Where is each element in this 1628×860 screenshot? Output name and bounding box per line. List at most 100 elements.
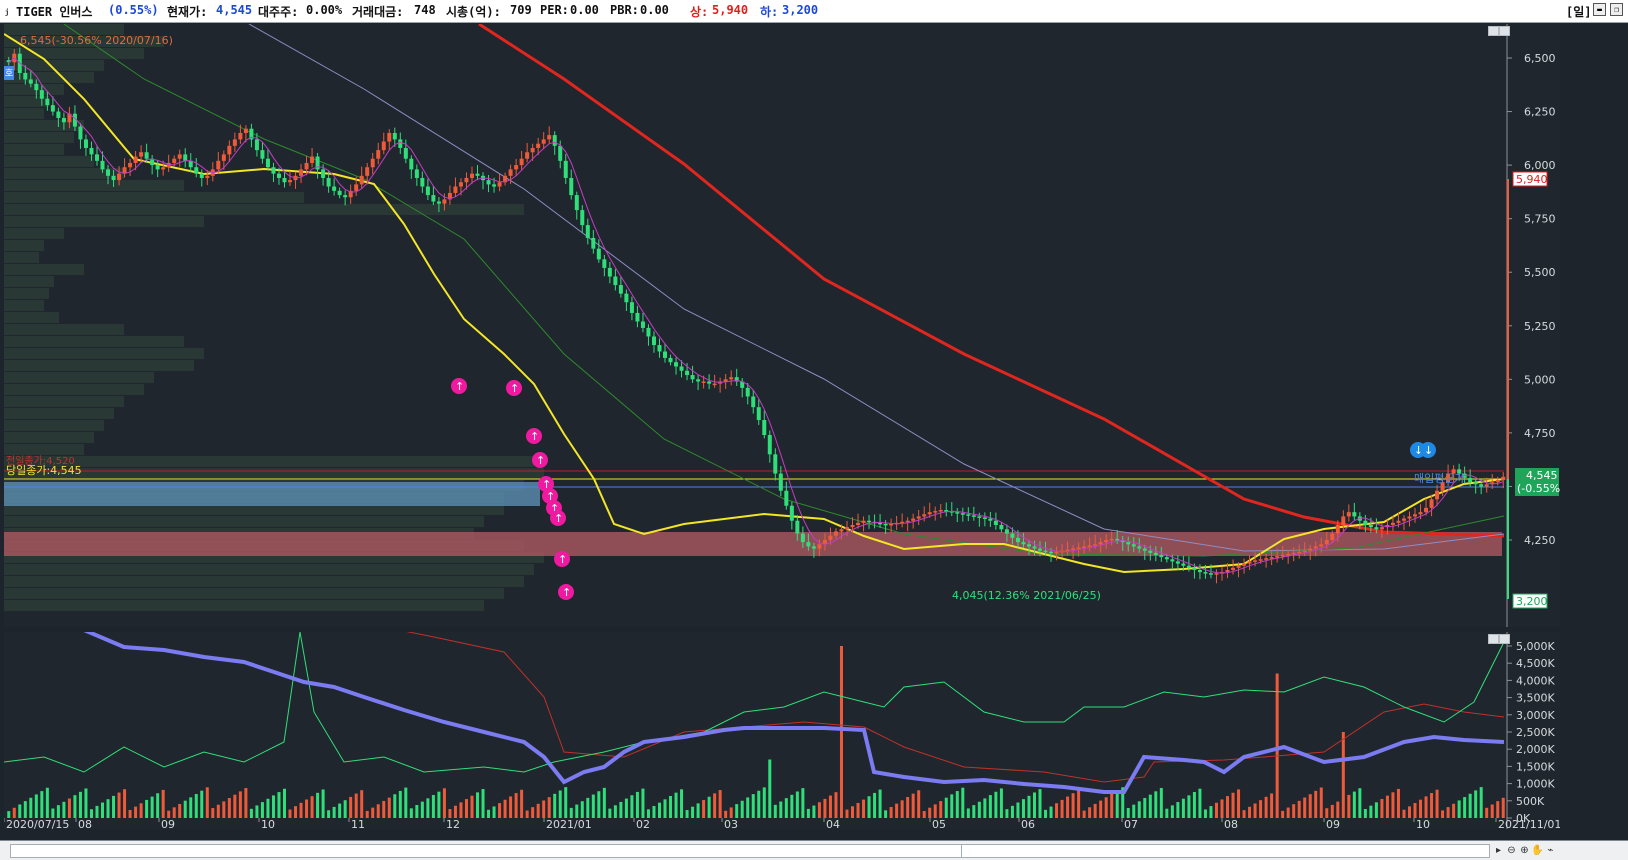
scroll-track[interactable] [10, 844, 1490, 858]
volume-bar [955, 791, 959, 818]
volume-bar [1391, 792, 1395, 818]
volume-bar [768, 759, 772, 818]
volume-bar [409, 808, 413, 818]
volume-bar [1203, 809, 1207, 818]
current-price-value: 4,545 [216, 3, 253, 17]
volume-profile-bar [4, 396, 124, 407]
pan-hand-icon[interactable]: ✋ [1531, 844, 1544, 857]
volume-bar [470, 795, 474, 818]
volume-bar [713, 793, 717, 818]
candle-body [1159, 554, 1164, 558]
volume-bar [1396, 788, 1400, 818]
volume-profile-bar [4, 252, 39, 263]
volume-bar [1044, 809, 1048, 818]
volume-bar [453, 805, 457, 818]
chart-scrollbar[interactable]: ▸ ⊖ ⊕ ✋ ⌁ [0, 840, 1628, 860]
trade-amount-label: 거래대금: [352, 5, 404, 19]
candle-body [1197, 569, 1202, 573]
volume-bar [696, 803, 700, 818]
candle-body [883, 523, 888, 526]
volume-chart: 5,000K 4,500K 4,000K 3,500K 3,000K 2,500K 2,00… [4, 632, 1560, 829]
volume-bar [762, 787, 766, 818]
volume-bar [73, 795, 77, 818]
volume-bar [1093, 803, 1097, 818]
candle-body [1015, 537, 1020, 543]
volume-bar [1253, 803, 1257, 818]
minimize-icon[interactable]: ▬ [1593, 3, 1606, 16]
pane-close-icon[interactable] [1499, 26, 1510, 36]
restore-icon[interactable]: ❐ [1610, 3, 1623, 16]
candle-body [398, 139, 403, 148]
volume-profile-bar [4, 120, 84, 131]
candle-body [607, 267, 612, 277]
pane-minimize-icon[interactable] [1488, 26, 1499, 36]
volume-bar [1380, 798, 1384, 818]
volume-bar [691, 806, 695, 818]
volume-bar [12, 807, 16, 818]
scroll-right-icon[interactable]: ▸ [1492, 844, 1505, 857]
volume-bar [817, 802, 821, 818]
volume-bar [1430, 793, 1434, 818]
volume-bar [795, 791, 799, 818]
volume-bar [624, 798, 628, 818]
candle-body [1054, 551, 1059, 554]
current-price-label: 현재가: [167, 5, 208, 19]
volume-bar [564, 787, 568, 818]
pbr-value: 0.00 [640, 3, 669, 17]
volume-bar [62, 801, 66, 818]
volume-profile-bar [4, 108, 44, 119]
zoom-in-icon[interactable]: ⊕ [1518, 844, 1531, 857]
volume-bar [1259, 800, 1263, 818]
zoom-out-icon[interactable]: ⊖ [1505, 844, 1518, 857]
volume-bar [1104, 797, 1108, 818]
pane-tag[interactable]: 호 [4, 66, 14, 80]
volume-bar [448, 809, 452, 818]
candle-body [938, 510, 943, 512]
volume-bar [398, 790, 402, 818]
volume-chart-pane[interactable]: 5,000K 4,500K 4,000K 3,500K 3,000K 2,500K 2,00… [4, 632, 1560, 829]
candle-body [580, 210, 585, 226]
symbol-name[interactable]: TIGER 인버스 [16, 3, 92, 20]
volume-bar [1352, 791, 1356, 818]
candle-body [1390, 522, 1395, 526]
volume-bar [806, 808, 810, 818]
candle-body [657, 345, 662, 352]
candle-body [679, 366, 684, 371]
candle-body [469, 173, 474, 178]
volume-bar [1485, 807, 1489, 818]
scroll-thumb[interactable] [11, 845, 962, 857]
volume-profile-bar [4, 228, 64, 239]
chart-settings-icon[interactable]: ⌁ [1544, 844, 1557, 857]
volume-profile-bar [4, 360, 194, 371]
volume-bar [1226, 796, 1230, 818]
candle-body [1501, 476, 1506, 481]
volume-bar [161, 789, 165, 818]
volume-bar [834, 792, 838, 818]
volume-bar [740, 800, 744, 818]
candle-body [34, 83, 39, 91]
vol-pane-minimize-icon[interactable] [1488, 634, 1499, 644]
vol-pane-close-icon[interactable] [1499, 634, 1510, 644]
volume-bar [51, 808, 55, 818]
candle-body [773, 454, 778, 474]
volume-bar [646, 809, 650, 818]
period-button[interactable]: [일] [1566, 3, 1592, 20]
volume-bar [999, 788, 1003, 818]
volume-bar [1468, 793, 1472, 818]
volume-bar [117, 792, 121, 818]
price-chart-pane[interactable]: ↑ ↑ ↑ ↑ ↑ ↑ ↑ ↑ ↑ ↑ ↓ ↓ 6,545(-30.56% 2020/07/16) 당… [4, 24, 1560, 627]
volume-bar [1082, 810, 1086, 818]
pin-icon[interactable]: ⱼ [3, 3, 10, 17]
volume-bar [134, 806, 138, 818]
candle-body [1170, 559, 1175, 562]
candle-body [326, 177, 331, 187]
candle-body [856, 522, 861, 526]
volume-bar [310, 796, 314, 818]
candle-body [381, 141, 386, 151]
volume-bar [823, 798, 827, 818]
candle-body [144, 152, 149, 159]
volume-bar [431, 794, 435, 818]
candle-body [387, 132, 392, 142]
volume-bar [1248, 806, 1252, 818]
market-cap-value: 709 [510, 3, 532, 17]
